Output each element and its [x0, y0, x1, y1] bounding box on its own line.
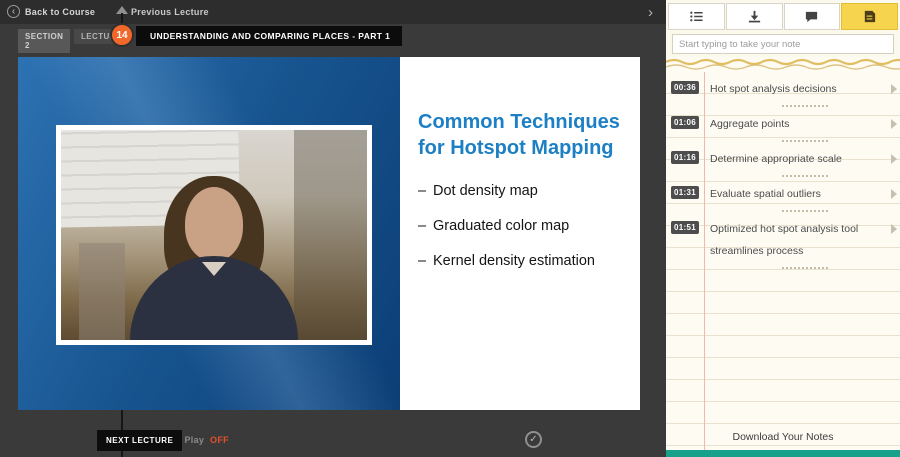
notes-panel: 00:36 Hot spot analysis decisions 01:06 …: [666, 0, 900, 457]
presenter-collar: [202, 262, 226, 276]
note-text[interactable]: Determine appropriate scale: [710, 148, 884, 170]
download-icon: [748, 10, 760, 23]
note-timestamp[interactable]: 01:16: [671, 151, 699, 164]
note-fold-icon[interactable]: [891, 154, 897, 164]
note-entry[interactable]: 01:51 Optimized hot spot analysis tool s…: [666, 216, 900, 272]
note-text[interactable]: Evaluate spatial outliers: [710, 183, 884, 205]
slide-area: Common Techniques for Hotspot Mapping Do…: [400, 57, 640, 410]
slide-bullet-text: Dot density map: [433, 183, 538, 199]
note-divider-dots: [782, 100, 828, 107]
panel-bottom-bar: [666, 450, 900, 457]
note-fold-icon[interactable]: [891, 119, 897, 129]
previous-lecture-button[interactable]: Previous Lecture: [131, 7, 209, 17]
note-input[interactable]: [672, 34, 894, 54]
slide-bullet: Graduated color map: [418, 216, 626, 236]
torn-paper-edge: [666, 57, 900, 72]
note-divider-dots: [782, 170, 828, 177]
player-section: ‹ Back to Course Previous Lecture › SECT…: [0, 0, 666, 457]
next-lecture-button[interactable]: NEXT LECTURE: [97, 430, 183, 451]
slide-title: Common Techniques for Hotspot Mapping: [418, 111, 620, 159]
autoplay-state: OFF: [210, 435, 229, 445]
presenter-face: [185, 186, 243, 261]
note-entry[interactable]: 01:16 Determine appropriate scale: [666, 146, 900, 180]
comment-icon: [806, 11, 818, 23]
note-entry[interactable]: 01:31 Evaluate spatial outliers: [666, 181, 900, 215]
tab-lecture-list[interactable]: [668, 3, 725, 30]
note-fold-icon[interactable]: [891, 84, 897, 94]
note-divider-dots: [782, 135, 828, 142]
back-arrow-icon: ‹: [7, 5, 20, 18]
presenter-webcam-frame: [56, 125, 372, 345]
slide-bullet-list: Dot density map Graduated color map Kern…: [418, 181, 626, 271]
slide-bullet: Dot density map: [418, 181, 626, 201]
presenter-video-area: [18, 57, 400, 410]
video-player[interactable]: Common Techniques for Hotspot Mapping Do…: [18, 57, 640, 410]
note-entry[interactable]: 00:36 Hot spot analysis decisions: [666, 76, 900, 110]
slide-bullet-text: Graduated color map: [433, 218, 570, 234]
tab-discussion[interactable]: [783, 3, 841, 30]
player-bottombar: NEXT LECTURE Auto Play OFF ✓: [0, 426, 666, 457]
section-badge: SECTION 2: [18, 29, 71, 53]
note-divider-dots: [782, 262, 828, 269]
note-text[interactable]: Hot spot analysis decisions: [710, 78, 884, 100]
course-player-app: ‹ Back to Course Previous Lecture › SECT…: [0, 0, 900, 457]
lecture-title: UNDERSTANDING AND COMPARING PLACES - PAR…: [136, 26, 403, 46]
presenter-photo: [61, 130, 367, 340]
wall-background: [293, 130, 367, 340]
back-to-course-button[interactable]: ‹ Back to Course: [7, 5, 95, 18]
next-chevron-icon[interactable]: ›: [648, 4, 653, 21]
download-notes-link[interactable]: Download Your Notes: [666, 431, 900, 443]
note-text[interactable]: Aggregate points: [710, 113, 884, 135]
note-entry[interactable]: 01:06 Aggregate points: [666, 111, 900, 145]
slide-bullet-text: Kernel density estimation: [433, 253, 595, 269]
note-timestamp[interactable]: 01:31: [671, 186, 699, 199]
lecture-complete-check-icon[interactable]: ✓: [525, 431, 542, 448]
note-text[interactable]: Optimized hot spot analysis tool streaml…: [710, 218, 884, 262]
tab-notes[interactable]: [841, 3, 898, 30]
notes-list: 00:36 Hot spot analysis decisions 01:06 …: [666, 76, 900, 273]
note-fold-icon[interactable]: [891, 189, 897, 199]
back-to-course-label: Back to Course: [25, 6, 96, 17]
door-background: [79, 243, 126, 340]
player-topbar: ‹ Back to Course Previous Lecture ›: [0, 0, 666, 24]
list-icon: [690, 11, 703, 22]
note-timestamp[interactable]: 01:06: [671, 116, 699, 129]
slide-bullet: Kernel density estimation: [418, 251, 626, 271]
tab-downloads[interactable]: [725, 3, 783, 30]
note-timestamp[interactable]: 00:36: [671, 81, 699, 94]
note-divider-dots: [782, 205, 828, 212]
panel-tabs: [668, 3, 898, 30]
note-timestamp[interactable]: 01:51: [671, 221, 699, 234]
lecture-number-marker[interactable]: 14: [110, 23, 134, 47]
note-fold-icon[interactable]: [891, 224, 897, 234]
note-icon: [864, 10, 876, 23]
